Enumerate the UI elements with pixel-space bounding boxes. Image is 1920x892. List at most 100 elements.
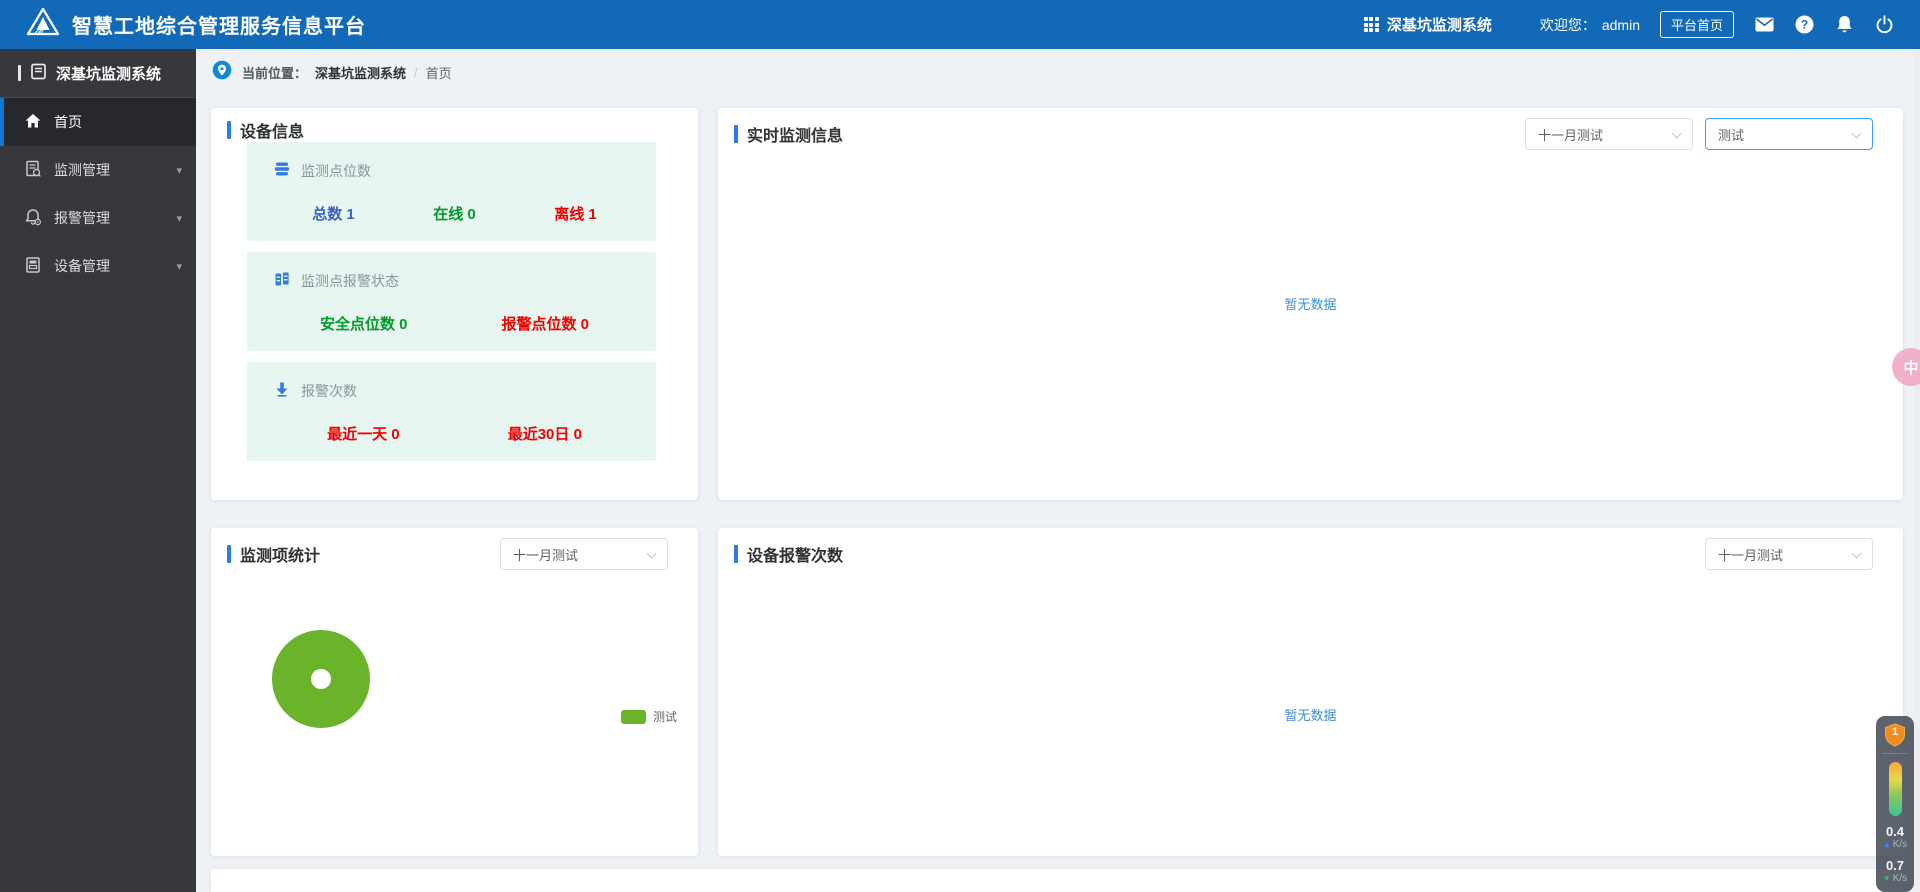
help-icon[interactable]: ? — [1794, 15, 1814, 35]
breadcrumb-prefix: 当前位置： — [242, 63, 307, 82]
system-switcher-label: 深基坑监测系统 — [1387, 14, 1492, 35]
svg-text:?: ? — [1800, 18, 1807, 32]
bell-icon[interactable] — [1834, 15, 1854, 35]
book-icon — [30, 63, 47, 84]
monitor-stats-card: 监测项统计 十一月测试 测试 — [211, 528, 698, 856]
chevron-down-icon — [1852, 129, 1862, 139]
welcome-label: 欢迎您： — [1540, 15, 1596, 35]
card-title-device-alarm: 设备报警次数 — [747, 542, 843, 566]
alarm-empty-text: 暂无数据 — [718, 705, 1903, 724]
device-server-icon — [24, 256, 42, 277]
power-icon[interactable] — [1874, 15, 1894, 35]
card-title-realtime: 实时监测信息 — [747, 122, 843, 146]
chevron-down-icon — [1852, 549, 1862, 559]
welcome-area: 欢迎您： admin — [1540, 15, 1640, 35]
sidebar-item-device-mgmt[interactable]: 设备管理 ▾ — [0, 242, 196, 290]
card-title-device-info: 设备信息 — [240, 118, 304, 142]
title-accent-bar — [227, 545, 231, 563]
realtime-month-select[interactable]: 十一月测试 — [1525, 118, 1693, 150]
device-alarm-card: 设备报警次数 十一月测试 暂无数据 — [718, 528, 1903, 856]
sidebar-item-label: 监测管理 — [54, 160, 110, 180]
stat-total: 总数 1 — [312, 203, 355, 224]
sidebar-item-alarm-mgmt[interactable]: 报警管理 ▾ — [0, 194, 196, 242]
download-arrow-icon: ▼ — [1883, 873, 1891, 884]
language-badge-text: 中 — [1903, 357, 1918, 378]
caret-down-icon: ▾ — [176, 164, 182, 177]
columns-icon — [273, 270, 291, 291]
chart-legend-item[interactable]: 测试 — [621, 708, 677, 725]
upload-speed-unit: K/s — [1893, 839, 1907, 850]
security-shield-icon: 1 — [1884, 723, 1906, 747]
sidebar-item-label: 首页 — [54, 112, 82, 132]
chevron-down-icon — [647, 549, 657, 559]
breadcrumb-current: 首页 — [426, 63, 452, 82]
sidebar-item-home[interactable]: 首页 — [0, 98, 196, 146]
title-accent-bar — [734, 545, 738, 563]
home-icon — [24, 112, 42, 133]
system-switcher[interactable]: 深基坑监测系统 — [1364, 14, 1492, 35]
top-header-right: 深基坑监测系统 欢迎您： admin 平台首页 ? — [1364, 11, 1920, 38]
logo-triangle-icon — [26, 7, 60, 42]
brand: 智慧工地综合管理服务信息平台 — [0, 7, 366, 42]
breadcrumb: 当前位置： 深基坑监测系统 / 首页 — [196, 49, 1920, 95]
caret-down-icon: ▾ — [176, 260, 182, 273]
card-title-monitor-stats: 监测项统计 — [240, 542, 320, 566]
stat-online: 在线 0 — [433, 203, 476, 224]
app-title: 智慧工地综合管理服务信息平台 — [72, 10, 366, 39]
stat-last-day: 最近一天 0 — [327, 423, 400, 444]
alarm-bell-icon — [24, 208, 42, 229]
document-monitor-icon — [24, 160, 42, 181]
upload-speed-value: 0.4 — [1886, 825, 1904, 839]
shield-badge-count: 1 — [1884, 726, 1906, 738]
platform-home-button[interactable]: 平台首页 — [1660, 11, 1734, 38]
device-info-card: 设备信息 监测点位数 总数 1 在线 0 — [211, 108, 698, 500]
net-speed-monitor-widget[interactable]: 1 0.4 ▲ K/s 0.7 ▼ K/s — [1876, 716, 1914, 892]
mail-icon[interactable] — [1754, 15, 1774, 35]
sidebar-item-label: 设备管理 — [54, 256, 110, 276]
caret-down-icon: ▾ — [176, 212, 182, 225]
donut-chart[interactable] — [272, 630, 370, 728]
page-scrollbar[interactable] — [1914, 49, 1920, 892]
realtime-empty-text: 暂无数据 — [718, 294, 1903, 313]
stat-safe-points: 安全点位数 0 — [320, 313, 408, 334]
chevron-down-icon — [1672, 129, 1682, 139]
panel-title-text: 监测点报警状态 — [301, 271, 399, 291]
username: admin — [1602, 17, 1640, 33]
sidebar-item-monitor-mgmt[interactable]: 监测管理 ▾ — [0, 146, 196, 194]
sidebar-system-title-text: 深基坑监测系统 — [56, 63, 161, 84]
top-header: 智慧工地综合管理服务信息平台 深基坑监测系统 欢迎您： admin 平台首页 — [0, 0, 1920, 49]
sidebar-system-title: 深基坑监测系统 — [0, 49, 196, 98]
download-arrow-icon — [273, 380, 291, 401]
select-value: 十一月测试 — [1718, 545, 1783, 564]
breadcrumb-root: 深基坑监测系统 — [315, 63, 406, 82]
page: 智慧工地综合管理服务信息平台 深基坑监测系统 欢迎您： admin 平台首页 — [0, 0, 1920, 892]
next-card-top-edge — [211, 869, 1903, 892]
legend-swatch — [621, 710, 646, 724]
upload-arrow-icon: ▲ — [1883, 839, 1891, 850]
stat-panel-alarm-count: 报警次数 最近一天 0 最近30日 0 — [247, 362, 656, 461]
stat-last-30-days: 最近30日 0 — [508, 423, 582, 444]
title-accent-bar — [227, 121, 231, 139]
status-gradient-capsule — [1889, 762, 1902, 816]
alarm-month-select[interactable]: 十一月测试 — [1705, 538, 1873, 570]
stat-offline: 离线 1 — [554, 203, 597, 224]
panel-title-text: 监测点位数 — [301, 161, 371, 181]
select-value: 测试 — [1718, 125, 1744, 144]
sidebar: 深基坑监测系统 首页 监测管理 ▾ — [0, 49, 196, 892]
legend-label: 测试 — [653, 708, 677, 725]
stat-panel-points: 监测点位数 总数 1 在线 0 离线 1 — [247, 142, 656, 241]
realtime-monitor-card: 实时监测信息 十一月测试 测试 暂无数据 — [718, 108, 1903, 500]
stat-panel-alarm-status: 监测点报警状态 安全点位数 0 报警点位数 0 — [247, 252, 656, 351]
download-speed-value: 0.7 — [1886, 859, 1904, 873]
sidebar-item-label: 报警管理 — [54, 208, 110, 228]
title-bar-mark — [18, 65, 21, 81]
select-value: 十一月测试 — [513, 545, 578, 564]
stat-alarm-points: 报警点位数 0 — [501, 313, 589, 334]
apps-grid-icon — [1364, 17, 1379, 32]
realtime-point-select[interactable]: 测试 — [1705, 118, 1873, 150]
monitor-month-select[interactable]: 十一月测试 — [500, 538, 668, 570]
download-speed-unit: K/s — [1893, 873, 1907, 884]
title-accent-bar — [734, 125, 738, 143]
breadcrumb-separator: / — [414, 65, 418, 80]
select-value: 十一月测试 — [1538, 125, 1603, 144]
